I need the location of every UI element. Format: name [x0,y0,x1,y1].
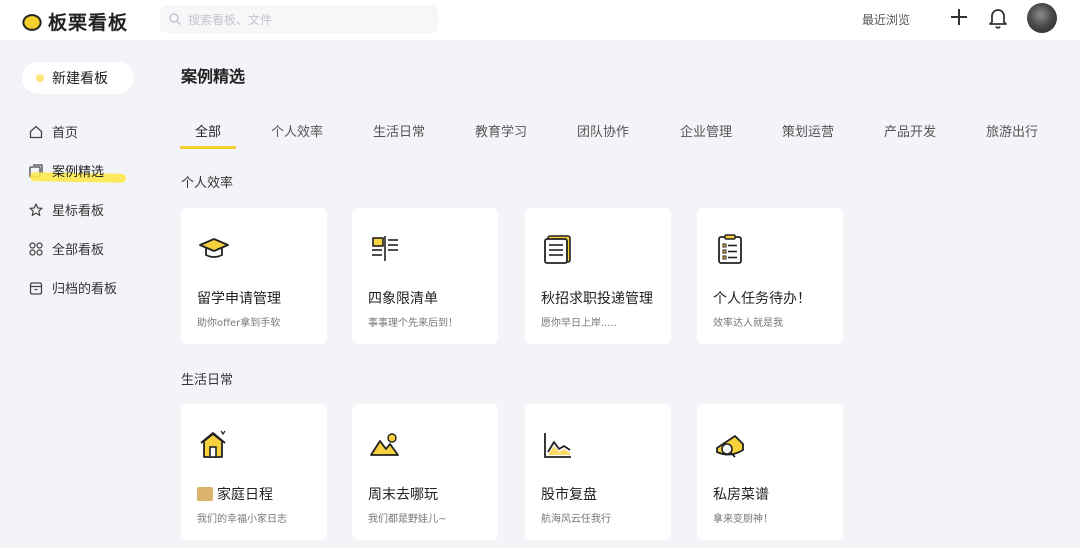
archive-icon [29,281,43,295]
cheese-icon [716,435,744,458]
tab-education[interactable]: 教育学习 [475,121,527,140]
template-card[interactable]: 个人任务待办！ 效率达人就是我 [697,208,843,344]
section-title: 生活日常 [181,373,234,388]
tab-enterprise[interactable]: 企业管理 [680,121,732,140]
sidebar-nav: 首页 案例精选 星标看板 全部看板 归档的看板 [28,112,127,307]
tab-operations[interactable]: 策划运营 [782,121,834,140]
card-title: 家庭日程 [197,484,273,504]
page-title: 案例精选 [181,67,246,86]
card-title: 周末去哪玩 [368,487,438,503]
card-title: 私房菜谱 [713,487,769,503]
tab-all[interactable]: 全部 [195,121,221,140]
template-card[interactable]: 周末去哪玩 我们都是野娃儿~ [352,404,498,540]
user-avatar[interactable] [1027,3,1057,33]
card-subtitle: 事事理个先来后到！ [368,318,458,329]
search-placeholder: 搜索看板、文件 [188,12,273,27]
card-subtitle: 愿你早日上岸..... [541,318,617,329]
family-photo-icon [197,487,213,501]
top-bar: 板栗看板 搜索看板、文件 最近浏览 [0,0,1080,40]
card-subtitle: 航海风云任我行 [541,514,611,525]
template-card[interactable]: 留学申请管理 助你offer拿到手软 [181,208,327,344]
template-card[interactable]: 秋招求职投递管理 愿你早日上岸..... [525,208,671,344]
card-subtitle: 我们都是野娃儿~ [368,514,447,525]
tab-daily-life[interactable]: 生活日常 [373,121,425,140]
mountain-sun-icon [370,433,399,456]
notification-bell-icon[interactable] [987,6,1009,30]
graduation-cap-icon [199,238,229,258]
new-board-label: 新建看板 [52,71,108,87]
star-icon [29,202,43,216]
tab-product-dev[interactable]: 产品开发 [884,121,936,140]
document-stack-icon [544,235,571,264]
section-title: 个人效率 [181,176,234,191]
tab-personal-efficiency[interactable]: 个人效率 [271,121,323,140]
search-icon [169,13,181,25]
quadrant-list-icon [372,236,398,261]
card-title: 留学申请管理 [197,291,281,307]
sidebar-item-label: 全部看板 [52,243,105,258]
sidebar-item-label: 星标看板 [52,204,105,219]
tab-team-collab[interactable]: 团队协作 [577,121,629,140]
sidebar-item-label: 案例精选 [52,165,105,180]
grid-icon [29,241,43,256]
card-title: 个人任务待办！ [713,291,811,307]
add-icon[interactable] [948,6,970,28]
template-card[interactable]: 股市复盘 航海风云任我行 [525,404,671,540]
app-name: 板栗看板 [48,12,129,34]
card-title: 股市复盘 [541,487,597,503]
card-subtitle: 我们的幸福小家日志 [197,514,287,525]
sidebar-item-featured[interactable]: 案例精选 [28,151,127,190]
sparkle-icon [36,74,44,82]
card-subtitle: 拿来变厨神！ [713,514,773,525]
tab-travel[interactable]: 旅游出行 [986,121,1038,140]
sidebar-item-label: 首页 [52,126,79,141]
app-logo[interactable]: 板栗看板 [22,8,128,35]
sidebar-item-starred[interactable]: 星标看板 [28,190,117,229]
sidebar-item-all-boards[interactable]: 全部看板 [28,229,117,268]
card-title: 四象限清单 [368,291,438,307]
template-card[interactable]: 家庭日程 我们的幸福小家日志 [181,404,327,540]
active-tab-indicator [180,146,236,149]
search-input[interactable]: 搜索看板、文件 [160,5,438,33]
template-card[interactable]: 四象限清单 事事理个先来后到！ [352,208,498,344]
sidebar-item-home[interactable]: 首页 [28,112,117,151]
chestnut-logo-icon [22,13,42,31]
stock-chart-icon [544,433,571,458]
category-tabs: 全部 个人效率 生活日常 教育学习 团队协作 企业管理 策划运营 产品开发 旅游… [180,116,1060,150]
card-subtitle: 效率达人就是我 [713,318,783,329]
new-board-button[interactable]: 新建看板 [22,62,134,94]
sidebar-item-label: 归档的看板 [52,282,118,297]
home-icon [29,125,43,138]
template-card[interactable]: 私房菜谱 拿来变厨神！ [697,404,843,540]
sidebar-item-archived[interactable]: 归档的看板 [28,268,117,307]
recent-browse-link[interactable]: 最近浏览 [862,11,910,28]
checklist-icon [718,234,742,264]
card-subtitle: 助你offer拿到手软 [197,318,281,329]
card-title: 秋招求职投递管理 [541,291,653,307]
house-icon [200,430,226,458]
